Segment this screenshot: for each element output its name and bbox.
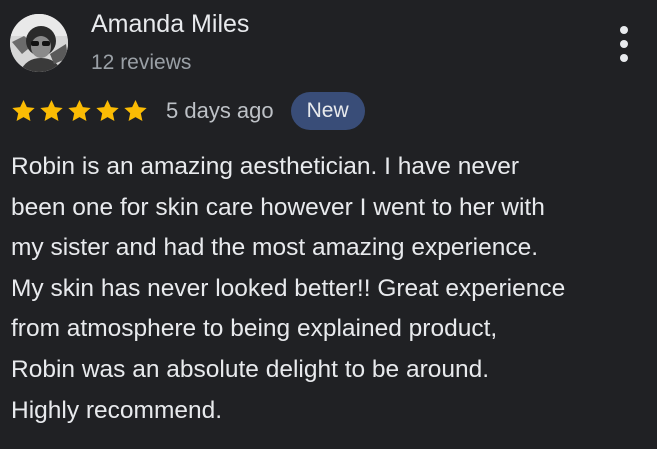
- reviewer-name[interactable]: Amanda Miles: [91, 10, 249, 39]
- review-text-line: my sister and had the most amazing exper…: [11, 234, 539, 262]
- star-icon: [12, 99, 35, 121]
- new-badge: New: [290, 92, 365, 130]
- more-options-button[interactable]: [612, 26, 636, 62]
- star-rating: [10, 98, 150, 124]
- review-text: Robin is an amazing aesthetician. I have…: [11, 147, 651, 431]
- rating-row: 5 days ago New: [10, 92, 365, 130]
- review-text-line: Robin was an absolute delight to be arou…: [11, 355, 490, 383]
- star-icon: [96, 99, 119, 121]
- review-text-line: Robin is an amazing aesthetician. I have…: [11, 153, 519, 180]
- more-vert-icon-dot: [620, 26, 628, 34]
- more-vert-icon-dot: [620, 40, 628, 48]
- review-date: 5 days ago: [166, 98, 274, 123]
- star-icon: [40, 99, 63, 121]
- star-icon: [124, 99, 147, 121]
- review-text-line: been one for skin care however I went to…: [11, 193, 545, 221]
- review-text-line: from atmosphere to being explained produ…: [11, 315, 498, 343]
- review-count[interactable]: 12 reviews: [91, 51, 191, 75]
- review-text-line: Highly recommend.: [11, 396, 223, 424]
- more-vert-icon-dot: [620, 54, 628, 62]
- review-text-line: My skin has never looked better!! Great …: [11, 274, 566, 302]
- review-card: Amanda Miles 12 reviews 5 days ago New R…: [0, 0, 657, 449]
- star-icon: [68, 99, 91, 121]
- avatar[interactable]: [10, 14, 68, 72]
- profile-photo-icon: [10, 14, 68, 72]
